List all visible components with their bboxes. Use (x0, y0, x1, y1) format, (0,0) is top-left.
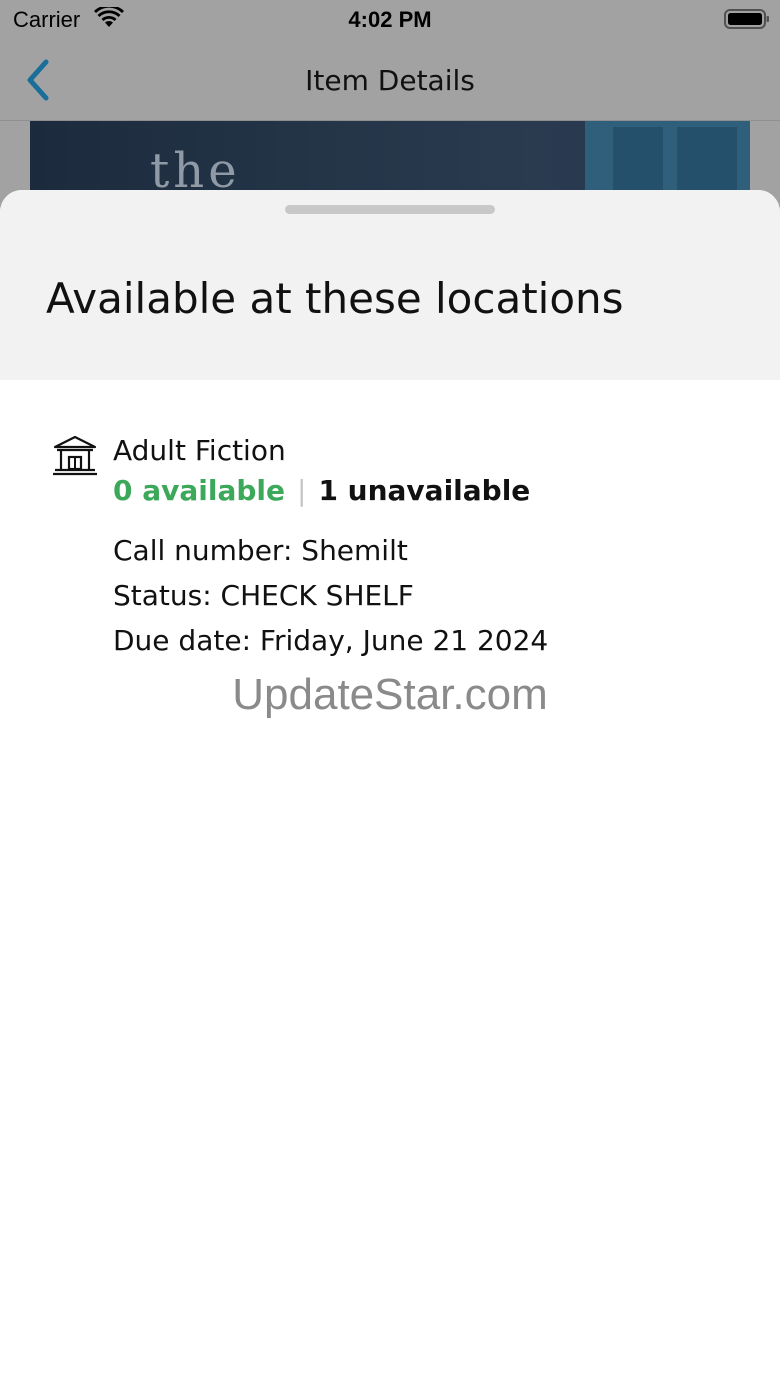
status-bar: Carrier 4:02 PM (0, 0, 780, 40)
item-status: Status: CHECK SHELF (113, 579, 414, 612)
locations-sheet: Available at these locations Adult Ficti… (0, 190, 780, 1387)
screen: Carrier 4:02 PM Item Details the Availab… (0, 0, 780, 1387)
sheet-title: Available at these locations (46, 274, 624, 323)
battery-icon (724, 9, 769, 29)
library-building-icon (53, 435, 97, 476)
sheet-header: Available at these locations (0, 190, 780, 380)
cover-window-graphic (585, 121, 750, 201)
due-date: Due date: Friday, June 21 2024 (113, 624, 549, 657)
navigation-bar: Item Details (0, 40, 780, 121)
item-cover-image: the (30, 121, 750, 201)
available-count: 0 available (113, 474, 285, 507)
availability-summary: 0 available | 1 unavailable (113, 474, 530, 507)
nav-title: Item Details (305, 64, 475, 97)
clock: 4:02 PM (348, 7, 432, 32)
call-number: Call number: Shemilt (113, 534, 408, 567)
sheet-grabber[interactable] (285, 205, 495, 214)
unavailable-count: 1 unavailable (318, 474, 531, 507)
watermark: UpdateStar.com (232, 670, 548, 719)
availability-separator: | (297, 474, 307, 507)
location-name: Adult Fiction (113, 434, 286, 467)
